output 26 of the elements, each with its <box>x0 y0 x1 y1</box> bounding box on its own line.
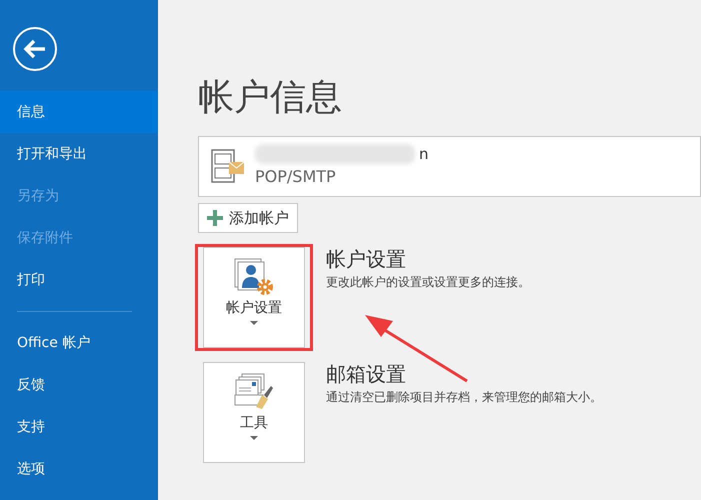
mailbox-brush-icon <box>234 373 274 412</box>
caret-icon <box>250 436 258 442</box>
account-name: n <box>419 144 429 165</box>
person-gear-icon <box>234 258 274 296</box>
account-settings-button[interactable]: 帐户设置 <box>203 247 305 348</box>
sidebar-item[interactable]: 支持 <box>0 406 158 448</box>
page-title: 帐户信息 <box>198 78 343 118</box>
sidebar-item[interactable]: Office 帐户 <box>0 322 158 364</box>
section-title: 帐户设置 <box>326 247 407 272</box>
account-card[interactable]: n POP/SMTP <box>198 136 701 197</box>
sidebar-item[interactable]: 信息 <box>0 91 158 133</box>
section-description: 更改此帐户的设置或设置更多的连接。 <box>326 274 530 292</box>
section-description: 通过清空已删除项目并存档，来管理您的邮箱大小。 <box>326 389 602 406</box>
sidebar-item[interactable]: 选项 <box>0 448 158 490</box>
back-arrow-icon <box>23 39 47 59</box>
caret-icon <box>250 321 258 326</box>
sidebar-item[interactable]: 反馈 <box>0 364 158 406</box>
section-title: 邮箱设置 <box>326 362 407 386</box>
sidebar-item[interactable]: 打印 <box>0 259 158 301</box>
sidebar-item[interactable]: 打开和导出 <box>0 133 158 175</box>
account-type: POP/SMTP <box>255 166 337 188</box>
account-mailbox-icon <box>211 148 245 184</box>
tools-button[interactable]: 工具 <box>203 362 305 464</box>
plus-icon <box>207 210 223 226</box>
add-account-button[interactable]: 添加帐户 <box>198 202 298 234</box>
back-button[interactable] <box>13 27 57 71</box>
